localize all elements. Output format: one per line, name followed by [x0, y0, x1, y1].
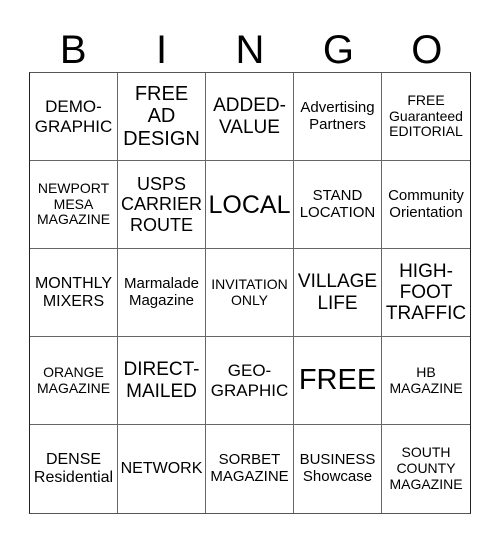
header-letter-b: B: [59, 28, 87, 72]
header-letter-g: G: [322, 28, 354, 72]
bingo-cell-r5-c3[interactable]: SORBET MAGAZINE: [206, 425, 294, 513]
bingo-cell-r1-c4[interactable]: Advertising Partners: [294, 73, 382, 161]
bingo-cell-r2-c3[interactable]: LOCAL: [206, 161, 294, 249]
bingo-cell-r2-c2[interactable]: USPS CARRIER ROUTE: [118, 161, 206, 249]
bingo-cell-r5-c5[interactable]: SOUTH COUNTY MAGAZINE: [382, 425, 470, 513]
bingo-cell-r3-c2[interactable]: Marmalade Magazine: [118, 249, 206, 337]
header-letter-n: N: [235, 28, 265, 72]
header-letter-i: I: [156, 28, 168, 72]
bingo-cell-r1-c1[interactable]: DEMO- GRAPHIC: [30, 73, 118, 161]
bingo-cell-r3-c3[interactable]: INVITATION ONLY: [206, 249, 294, 337]
bingo-cell-r2-c4[interactable]: STAND LOCATION: [294, 161, 382, 249]
bingo-cell-r4-c2[interactable]: DIRECT- MAILED: [118, 337, 206, 425]
bingo-cell-r3-c1[interactable]: MONTHLY MIXERS: [30, 249, 118, 337]
bingo-cell-r4-c3[interactable]: GEO- GRAPHIC: [206, 337, 294, 425]
bingo-cell-r5-c4[interactable]: BUSINESS Showcase: [294, 425, 382, 513]
bingo-cell-r4-c1[interactable]: ORANGE MAGAZINE: [30, 337, 118, 425]
bingo-cell-r1-c5[interactable]: FREE Guaranteed EDITORIAL: [382, 73, 470, 161]
bingo-cell-r3-c5[interactable]: HIGH- FOOT TRAFFIC: [382, 249, 470, 337]
bingo-cell-r2-c1[interactable]: NEWPORT MESA MAGAZINE: [30, 161, 118, 249]
bingo-board: DEMO- GRAPHIC FREE AD DESIGN ADDED- VALU…: [29, 72, 471, 514]
bingo-cell-r4-c4[interactable]: FREE: [294, 337, 382, 425]
bingo-cell-r3-c4[interactable]: VILLAGE LIFE: [294, 249, 382, 337]
bingo-cell-r5-c2[interactable]: NETWORK: [118, 425, 206, 513]
bingo-cell-r1-c2[interactable]: FREE AD DESIGN: [118, 73, 206, 161]
bingo-cell-r5-c1[interactable]: DENSE Residential: [30, 425, 118, 513]
bingo-cell-r1-c3[interactable]: ADDED- VALUE: [206, 73, 294, 161]
bingo-cell-r2-c5[interactable]: Community Orientation: [382, 161, 470, 249]
bingo-header: B I N G O: [29, 28, 471, 72]
header-letter-o: O: [411, 28, 443, 72]
bingo-cell-r4-c5[interactable]: HB MAGAZINE: [382, 337, 470, 425]
